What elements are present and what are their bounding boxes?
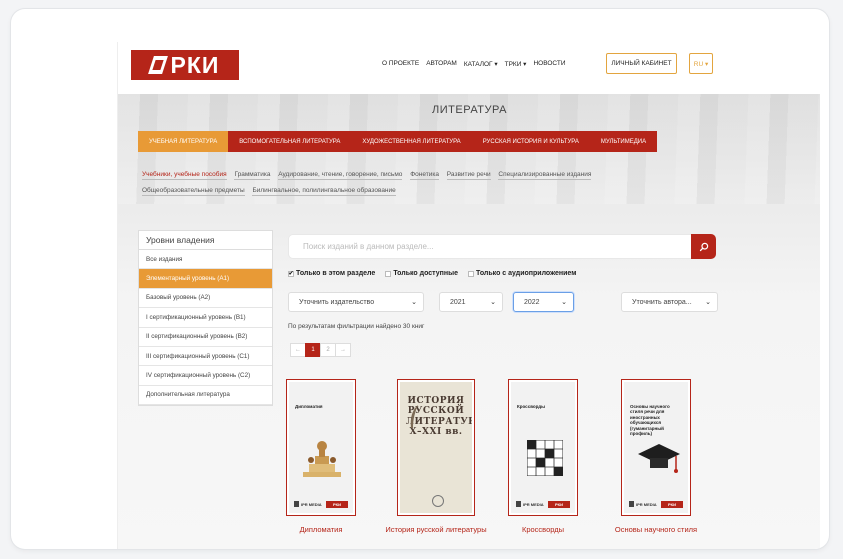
graduation-cap-image — [638, 444, 680, 473]
checkbox-icon — [385, 270, 392, 277]
book-card[interactable]: ИСТОРИЯ РУССКОЙ ЛИТЕРАТУРЫ X–XXI вв. — [397, 379, 475, 516]
browser-frame: РКИ О ПРОЕКТЕ АВТОРАМ КАТАЛОГ ▾ ТРКИ ▾ Н… — [11, 9, 829, 549]
search-bar — [288, 234, 716, 259]
search-icon — [699, 242, 708, 251]
crossword-grid-image — [527, 440, 563, 476]
book-card[interactable]: Кроссворды IPR MEDIA РКИ — [508, 379, 578, 516]
rki-badge: РКИ — [548, 501, 570, 508]
book-cover: Кроссворды IPR MEDIA РКИ — [511, 382, 575, 513]
checkbox-checked-icon: ✔ — [288, 270, 294, 277]
subcat-bilingual[interactable]: Билингвальное, полилингвальное образован… — [252, 187, 396, 196]
rki-badge: РКИ — [326, 501, 348, 508]
chevron-down-icon: ⌄ — [490, 299, 496, 306]
nav-news[interactable]: НОВОСТИ — [533, 60, 565, 68]
year-to-select[interactable]: 2022 ⌄ — [513, 292, 574, 312]
nav-catalog[interactable]: КАТАЛОГ ▾ — [464, 60, 498, 68]
search-button[interactable] — [691, 234, 716, 259]
sidebar-item-a2[interactable]: Базовый уровень (А2) — [139, 289, 272, 309]
pagination-page-1[interactable]: 1 — [305, 343, 321, 357]
round-seal-icon — [432, 495, 444, 507]
sidebar-item-all[interactable]: Все издания — [139, 250, 272, 270]
rki-badge: РКИ — [661, 501, 683, 508]
pagination-page-2[interactable]: 2 — [320, 343, 336, 357]
logo-text: РКИ — [170, 51, 220, 78]
book-title-link[interactable]: Основы научного стиля — [601, 525, 711, 535]
filter-available[interactable]: Только доступные — [385, 270, 458, 277]
pagination: ← 1 2 → — [290, 343, 351, 357]
publisher-logo: IPR MEDIA — [629, 501, 657, 507]
year-from-select[interactable]: 2021 ⌄ — [439, 292, 503, 312]
level-sidebar: Уровни владения Все издания Элементарный… — [138, 230, 273, 407]
book-cover-title: Кроссворды — [517, 404, 545, 409]
main-nav: О ПРОЕКТЕ АВТОРАМ КАТАЛОГ ▾ ТРКИ ▾ НОВОС… — [382, 60, 566, 68]
book-title-link[interactable]: Кроссворды — [488, 525, 598, 535]
category-tabs: УЧЕБНАЯ ЛИТЕРАТУРА ВСПОМОГАТЕЛЬНАЯ ЛИТЕР… — [138, 131, 658, 152]
sidebar-item-c1[interactable]: III сертификационный уровень (С1) — [139, 347, 272, 367]
quill-icon — [410, 405, 418, 428]
pagination-prev[interactable]: ← — [290, 343, 306, 357]
book-cover: Основы научного стиля речи для иностранн… — [624, 382, 688, 513]
tab-educational[interactable]: УЧЕБНАЯ ЛИТЕРАТУРА — [138, 131, 229, 152]
publisher-select[interactable]: Уточнить издательство ⌄ — [288, 292, 424, 312]
subcat-speech[interactable]: Развитие речи — [446, 171, 491, 180]
publisher-logo: IPR MEDIA — [294, 501, 322, 507]
sidebar-item-c2[interactable]: IV сертификационный уровень (С2) — [139, 366, 272, 386]
chevron-down-icon: ⌄ — [705, 299, 711, 306]
pagination-next[interactable]: → — [335, 343, 351, 357]
filter-in-section[interactable]: ✔ Только в этом разделе — [288, 270, 375, 277]
sidebar-item-additional[interactable]: Дополнительная литература — [139, 386, 272, 406]
book-card[interactable]: Основы научного стиля речи для иностранн… — [621, 379, 691, 516]
tab-history-culture[interactable]: РУССКАЯ ИСТОРИЯ И КУЛЬТУРА — [471, 131, 590, 152]
tab-multimedia[interactable]: МУЛЬТИМЕДИА — [589, 131, 658, 152]
site-logo[interactable]: РКИ — [131, 50, 239, 80]
personal-cabinet-button[interactable]: ЛИЧНЫЙ КАБИНЕТ — [606, 53, 677, 74]
book-cover-title: Дипломатия — [295, 404, 323, 409]
chevron-down-icon: ⌄ — [411, 299, 417, 306]
results-count: По результатам фильтрации найдено 30 кни… — [288, 323, 425, 330]
book-card[interactable]: Дипломатия IPR MEDIA РКИ — [286, 379, 356, 516]
book-title-link[interactable]: История русской литературы X–XXI вв. — [381, 525, 491, 535]
tab-auxiliary[interactable]: ВСПОМОГАТЕЛЬНАЯ ЛИТЕРАТУРА — [228, 131, 352, 152]
sidebar-item-b1[interactable]: I сертификационный уровень (В1) — [139, 308, 272, 328]
chevron-down-icon: ⌄ — [561, 299, 567, 306]
subcat-textbooks[interactable]: Учебники, учебные пособия — [142, 171, 227, 180]
nav-about[interactable]: О ПРОЕКТЕ — [382, 60, 419, 68]
nav-authors[interactable]: АВТОРАМ — [426, 60, 457, 68]
publisher-logo: IPR MEDIA — [516, 501, 544, 507]
sidebar-title: Уровни владения — [139, 231, 272, 250]
subcat-grammar[interactable]: Грамматика — [234, 171, 271, 180]
book-cover-title: Основы научного стиля речи для иностранн… — [630, 404, 670, 436]
tab-fiction[interactable]: ХУДОЖЕСТВЕННАЯ ЛИТЕРАТУРА — [351, 131, 472, 152]
book-cover: ИСТОРИЯ РУССКОЙ ЛИТЕРАТУРЫ X–XXI вв. — [400, 382, 472, 513]
subcat-phonetics[interactable]: Фонетика — [410, 171, 439, 180]
logo-flag-icon — [147, 56, 168, 74]
book-title-link[interactable]: Дипломатия — [266, 525, 376, 535]
chess-pieces-image — [303, 441, 341, 477]
filter-audio[interactable]: Только с аудиоприложением — [467, 270, 576, 277]
page-title: ЛИТЕРАТУРА — [432, 104, 507, 116]
nav-trki[interactable]: ТРКИ ▾ — [505, 60, 527, 68]
search-input[interactable] — [289, 235, 669, 258]
subcat-general-subjects[interactable]: Общеобразовательные предметы — [142, 187, 245, 196]
site-header: РКИ О ПРОЕКТЕ АВТОРАМ КАТАЛОГ ▾ ТРКИ ▾ Н… — [118, 42, 820, 94]
sidebar-item-b2[interactable]: II сертификационный уровень (В2) — [139, 328, 272, 347]
subcategory-links: Учебники, учебные пособия Грамматика Ауд… — [142, 167, 702, 199]
checkbox-icon — [467, 270, 474, 277]
sidebar-item-a1[interactable]: Элементарный уровень (А1) — [139, 269, 272, 289]
book-cover: Дипломатия IPR MEDIA РКИ — [289, 382, 353, 513]
subcat-specialized[interactable]: Специализированные издания — [498, 171, 592, 180]
catalog-section: ЛИТЕРАТУРА УЧЕБНАЯ ЛИТЕРАТУРА ВСПОМОГАТЕ… — [118, 94, 820, 549]
author-select[interactable]: Уточнить автора... ⌄ — [621, 292, 718, 312]
filter-checkboxes: ✔ Только в этом разделе Только доступные… — [288, 270, 576, 277]
language-selector[interactable]: RU ▾ — [689, 53, 713, 74]
page: РКИ О ПРОЕКТЕ АВТОРАМ КАТАЛОГ ▾ ТРКИ ▾ Н… — [117, 42, 820, 549]
subcat-skills[interactable]: Аудирование, чтение, говорение, письмо — [278, 171, 403, 180]
